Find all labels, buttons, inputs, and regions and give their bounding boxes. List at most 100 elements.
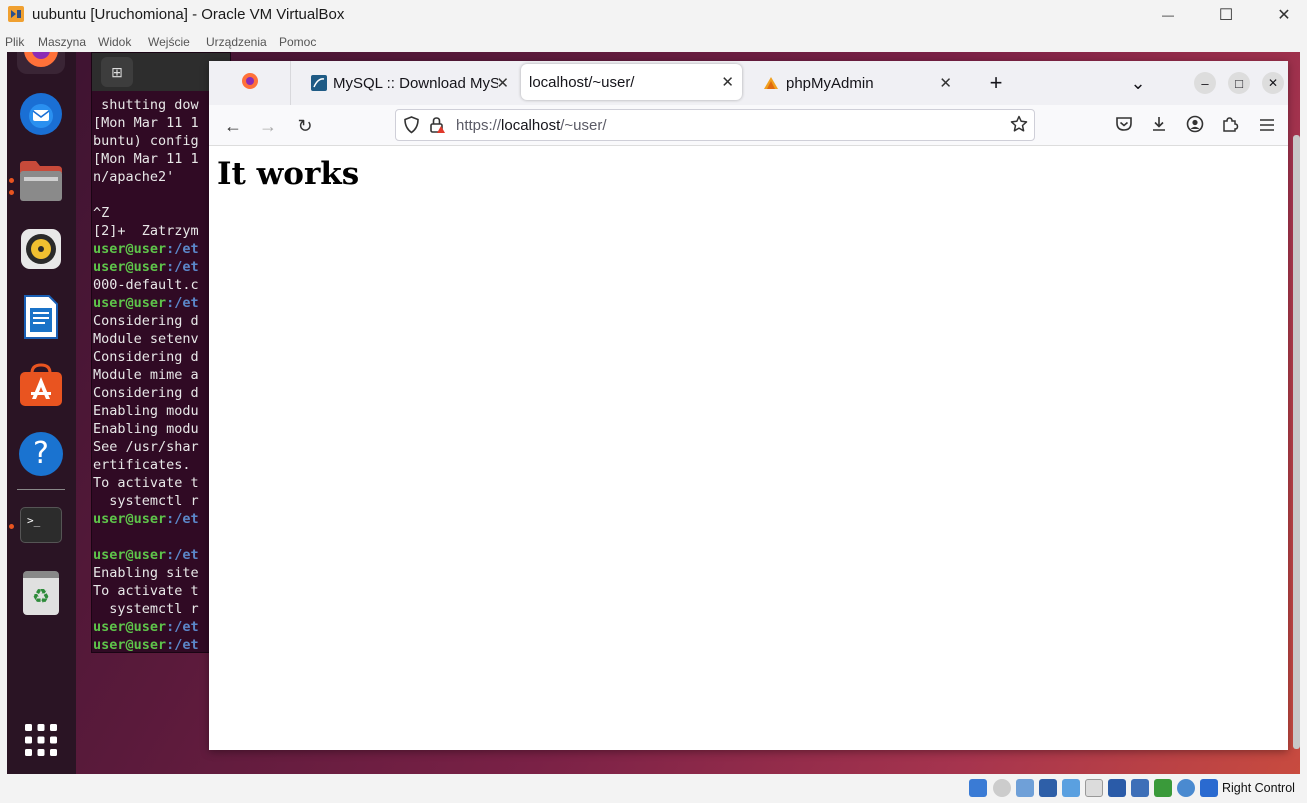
mouse-integration-icon[interactable] (1177, 779, 1195, 797)
tab-localhost[interactable]: localhost/~user/ ✕ (521, 64, 742, 100)
libreoffice-writer-icon[interactable] (17, 293, 65, 341)
new-terminal-tab-button[interactable]: ⊞ (101, 57, 133, 87)
app-menu-button[interactable] (1255, 114, 1279, 138)
maximize-icon: □ (1228, 72, 1250, 94)
prompt-path: :/et (166, 547, 199, 563)
prompt-path: :/et (166, 637, 199, 653)
pocket-button[interactable] (1112, 114, 1136, 138)
firefox-icon[interactable] (17, 52, 65, 74)
usb-icon[interactable] (1062, 779, 1080, 797)
tab-phpmyadmin[interactable]: phpMyAdmin ✕ (750, 61, 966, 105)
prompt-user: user@user (93, 241, 167, 257)
page-heading: It works (217, 156, 360, 192)
prompt-path: :/et (166, 241, 199, 257)
terminal-text: Considering d (93, 313, 199, 329)
menu-pomoc[interactable]: Pomoc (279, 35, 316, 49)
menu-urzadzenia[interactable]: Urządzenia (206, 35, 267, 49)
rhythmbox-icon[interactable] (17, 225, 65, 273)
browser-minimize-button[interactable]: – (1194, 61, 1218, 105)
minimize-icon: — (1162, 8, 1174, 22)
new-tab-button[interactable]: + (979, 61, 1013, 105)
guest-screen[interactable]: ? >_ ♻ ⊞ shutting dow [Mon Mar 11 1 buntu) (7, 52, 1300, 774)
menu-maszyna[interactable]: Maszyna (38, 35, 86, 49)
maximize-button[interactable]: ☐ (1203, 2, 1249, 28)
trash-icon[interactable]: ♻ (17, 569, 65, 617)
lock-warning-icon[interactable] (429, 116, 446, 139)
reload-button[interactable]: ↻ (293, 114, 317, 138)
menu-icon (1259, 116, 1275, 137)
terminal-text: Considering d (93, 385, 199, 401)
virtualbox-app-icon (7, 5, 25, 23)
terminal-text: See /usr/shar (93, 439, 199, 455)
network-icon[interactable] (1039, 779, 1057, 797)
keyboard-capture-icon[interactable] (1200, 779, 1218, 797)
cpu-icon[interactable] (1154, 779, 1172, 797)
ubuntu-dock: ? >_ ♻ (7, 52, 76, 774)
tab-firefox-view[interactable] (209, 61, 291, 105)
terminal-text: [2]+ Zatrzym (93, 223, 199, 239)
close-tab-icon[interactable]: ✕ (496, 74, 509, 92)
phpmyadmin-icon (762, 75, 780, 91)
hard-disk-icon[interactable] (969, 779, 987, 797)
tab-mysql[interactable]: MySQL :: Download MySQL ✕ (299, 61, 517, 105)
url-bar[interactable]: https://localhost/~user/ (395, 109, 1035, 141)
minimize-button[interactable]: — (1145, 2, 1191, 28)
extensions-button[interactable] (1218, 114, 1242, 138)
terminal-text: [Mon Mar 11 1 (93, 151, 199, 167)
minimize-icon: – (1194, 72, 1216, 94)
prompt-user: user@user (93, 295, 167, 311)
shield-icon[interactable] (403, 116, 420, 139)
show-apps-icon[interactable] (17, 716, 65, 764)
display-icon[interactable] (1108, 779, 1126, 797)
tab-title: phpMyAdmin (786, 74, 874, 92)
list-all-tabs-button[interactable]: ⌄ (1121, 61, 1155, 105)
mysql-icon (311, 75, 327, 91)
optical-drive-icon[interactable] (993, 779, 1011, 797)
trash-glyph: ♻ (32, 584, 50, 608)
menu-plik[interactable]: Plik (5, 35, 24, 49)
browser-maximize-button[interactable]: □ (1228, 61, 1252, 105)
navigation-toolbar: ← → ↻ https://localhost/~user/ (209, 105, 1288, 146)
firefox-icon (241, 72, 259, 94)
terminal-icon[interactable]: >_ (17, 501, 65, 549)
help-icon[interactable]: ? (17, 430, 65, 478)
shared-folders-icon[interactable] (1085, 779, 1103, 797)
close-button[interactable]: ✕ (1261, 2, 1307, 28)
host-key-label: Right Control (1222, 781, 1295, 795)
back-button[interactable]: ← (221, 114, 245, 138)
page-content[interactable]: It works (209, 146, 1288, 750)
account-button[interactable] (1183, 114, 1207, 138)
files-icon[interactable] (17, 157, 65, 205)
terminal-text: ^Z (93, 205, 110, 221)
terminal-text: Enabling modu (93, 421, 199, 437)
terminal-text: Module mime a (93, 367, 199, 383)
close-tab-icon[interactable]: ✕ (721, 73, 734, 91)
terminal-text: To activate t (93, 475, 199, 491)
close-icon: ✕ (1277, 7, 1291, 24)
url-scheme: https:// (456, 117, 502, 134)
app-center-icon[interactable] (17, 361, 65, 409)
thunderbird-icon[interactable] (17, 90, 65, 138)
browser-close-button[interactable]: ✕ (1262, 61, 1286, 105)
tab-title: localhost/~user/ (529, 73, 635, 91)
url-host: localhost (501, 117, 561, 134)
menu-widok[interactable]: Widok (98, 35, 131, 49)
url-text[interactable]: https://localhost/~user/ (456, 117, 607, 134)
downloads-button[interactable] (1147, 114, 1171, 138)
maximize-icon: ☐ (1218, 7, 1234, 24)
bookmark-star-icon[interactable] (1010, 115, 1028, 138)
recording-icon[interactable] (1131, 779, 1149, 797)
close-tab-icon[interactable]: ✕ (939, 74, 952, 92)
virtualbox-titlebar: uubuntu [Uruchomiona] - Oracle VM Virtua… (0, 0, 1307, 30)
virtualbox-statusbar: Right Control (0, 774, 1307, 803)
terminal-text: n/apache2' (93, 169, 175, 185)
menu-wejscie[interactable]: Wejście (148, 35, 190, 49)
terminal-text: 000-default.c (93, 277, 199, 293)
firefox-window[interactable]: MySQL :: Download MySQL ✕ localhost/~use… (209, 61, 1288, 750)
terminal-text: Considering d (93, 349, 199, 365)
close-icon: ✕ (1262, 72, 1284, 94)
vm-scrollbar[interactable] (1293, 135, 1300, 749)
forward-button[interactable]: → (256, 114, 280, 138)
prompt-path: :/et (166, 619, 199, 635)
audio-icon[interactable] (1016, 779, 1034, 797)
